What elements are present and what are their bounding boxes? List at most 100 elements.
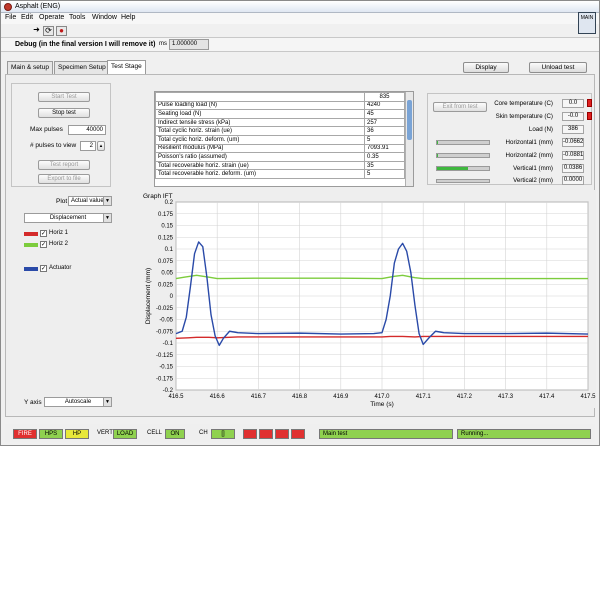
status-bar: FIRE HPS HP VERT LOAD CELL ON CH [] Main… (5, 424, 595, 442)
vertical1-bar (436, 166, 490, 171)
y-tick-label: -0.175 (156, 376, 174, 382)
table-row: Indirect tensile stress (kPa) 257 (155, 117, 405, 128)
horizontal2-bar (436, 153, 490, 158)
vertical2-value: 0.0000 (562, 176, 584, 185)
ch-indicator: [] (211, 429, 235, 439)
table-row: Resilient modulus (MPa) 7093.91 (155, 143, 405, 154)
horizontal1-value: -0.0662 (562, 138, 584, 147)
legend-horiz2[interactable]: ✓ Horiz 2 (24, 241, 84, 249)
chart-title: Graph IFT (143, 193, 173, 200)
param-value: 7093.91 (364, 143, 405, 154)
run-continuously-icon[interactable]: ⟳ (43, 26, 54, 36)
menu-edit[interactable]: Edit (21, 14, 33, 21)
y-tick-label: -0.125 (156, 353, 174, 359)
debug-text: Debug (in the final version I will remov… (15, 41, 156, 48)
test-stage-panel: Start Test Stop test Max pulses 40000 # … (5, 74, 596, 417)
core-temperature-value: 0.0 (562, 99, 584, 108)
y-tick-label: 0.125 (158, 235, 174, 241)
parameters-table: 835 Pulse loading load (N) 4240 Seating lo… (154, 91, 414, 187)
stop-test-button[interactable]: Stop test (38, 108, 90, 118)
abort-icon[interactable]: ● (56, 26, 67, 36)
tab-specimen-setup[interactable]: Specimen Setup (54, 61, 110, 74)
ms-label: ms (159, 41, 167, 47)
table-row: Total cyclic horiz. strain (ue) 36 (155, 126, 405, 136)
vertical1-bar-fill (437, 167, 469, 170)
x-axis-label: Time (s) (370, 401, 394, 408)
table-row: Total recoverable horiz. strain (ue) 35 (155, 160, 405, 171)
title-bar: Asphalt (ENG) (1, 1, 599, 13)
alarm-indicator-2 (259, 429, 273, 439)
app-window: Asphalt (ENG) File Edit Operate Tools Wi… (0, 0, 600, 446)
params-scrollbar[interactable] (405, 92, 413, 186)
legend-horiz1[interactable]: ✓ Horiz 1 (24, 230, 84, 238)
horizontal2-label: Horizontal2 (mm) (505, 152, 553, 159)
tab-test-stage[interactable]: Test Stage (107, 60, 146, 74)
main-badge: MAIN (578, 12, 596, 34)
display-button[interactable]: Display (463, 62, 509, 73)
vertical1-value: 0.0386 (562, 164, 584, 173)
menu-window[interactable]: Window (92, 14, 117, 21)
vertical2-bar (436, 179, 490, 183)
param-name: Total cyclic horiz. deform. (um) (155, 134, 365, 145)
param-name: Poisson's ratio (assumed) (155, 152, 365, 162)
y-tick-label: -0.1 (163, 341, 174, 347)
vert-label: VERT (97, 430, 113, 436)
y-tick-label: -0.025 (156, 306, 174, 312)
start-test-button[interactable]: Start Test (38, 92, 90, 102)
param-value: 36 (364, 126, 405, 136)
channel-select-value: Displacement (49, 215, 87, 221)
ms-value-field[interactable]: 1.000000 (169, 39, 209, 50)
checkbox-checked-icon[interactable]: ✓ (40, 230, 47, 237)
checkbox-checked-icon[interactable]: ✓ (40, 241, 47, 248)
y-axis-select[interactable]: Autoscale ▼ (44, 397, 112, 407)
tab-strip: Main & setup Specimen Setup Test Stage D… (1, 52, 599, 74)
load-label: Load (N) (528, 126, 553, 133)
skin-temperature-label: Skin temperature (C) (495, 113, 553, 120)
param-name: Total cyclic horiz. strain (ue) (155, 126, 365, 136)
y-tick-label: 0.075 (158, 259, 174, 265)
skin-temp-alarm-icon (587, 112, 592, 120)
menu-operate[interactable]: Operate (39, 14, 64, 21)
plot-select[interactable]: Actual values ▼ (68, 196, 112, 206)
readouts-group: Exit from test Core temperature (C) 0.0 … (427, 93, 592, 185)
pulses-to-view-input[interactable]: 2 (80, 141, 96, 151)
checkbox-checked-icon[interactable]: ✓ (40, 265, 47, 272)
cell-label: CELL (147, 430, 163, 436)
channel-select[interactable]: Displacement ▼ (24, 213, 112, 223)
y-axis-label: Y axis (24, 399, 42, 406)
exit-from-test-button[interactable]: Exit from test (433, 102, 487, 112)
plot-select-value: Actual values (71, 198, 107, 204)
test-report-button[interactable]: Test report (38, 160, 90, 170)
y-tick-label: 0.2 (165, 200, 174, 206)
max-pulses-input[interactable]: 40000 (68, 125, 106, 135)
x-tick-label: 416.9 (333, 394, 349, 400)
horiz2-swatch (24, 243, 38, 247)
scrollbar-thumb[interactable] (407, 100, 412, 140)
x-tick-label: 417.0 (374, 394, 390, 400)
toolbar: ➜ ⟳ ● (1, 24, 599, 38)
table-row: 835 (155, 92, 405, 102)
hps-indicator: HPS (39, 429, 63, 439)
alarm-indicator-4 (291, 429, 305, 439)
menu-tools[interactable]: Tools (69, 14, 85, 21)
horiz1-label: Horiz 1 (49, 230, 69, 236)
run-arrow-icon[interactable]: ➜ (31, 26, 42, 36)
pulses-stepper-icon[interactable]: ▴ (97, 141, 105, 151)
menu-file[interactable]: File (5, 14, 16, 21)
x-tick-label: 416.5 (168, 394, 184, 400)
table-row: Pulse loading load (N) 4240 (155, 100, 405, 111)
horiz1-swatch (24, 232, 38, 236)
y-tick-label: -0.075 (156, 329, 174, 335)
unload-test-button[interactable]: Unload test (529, 62, 587, 73)
alarm-indicator-3 (275, 429, 289, 439)
core-temp-alarm-icon (587, 99, 592, 107)
menu-help[interactable]: Help (121, 14, 135, 21)
param-value: 5 (364, 134, 405, 145)
vertical1-label: Vertical1 (mm) (513, 165, 553, 172)
x-tick-label: 416.8 (292, 394, 308, 400)
tab-main-setup[interactable]: Main & setup (7, 61, 53, 74)
fire-indicator: FIRE (13, 429, 37, 439)
legend-actuator[interactable]: ✓ Actuator (24, 265, 84, 273)
export-to-file-button[interactable]: Export to file (38, 174, 90, 184)
y-tick-label: 0.175 (158, 212, 174, 218)
